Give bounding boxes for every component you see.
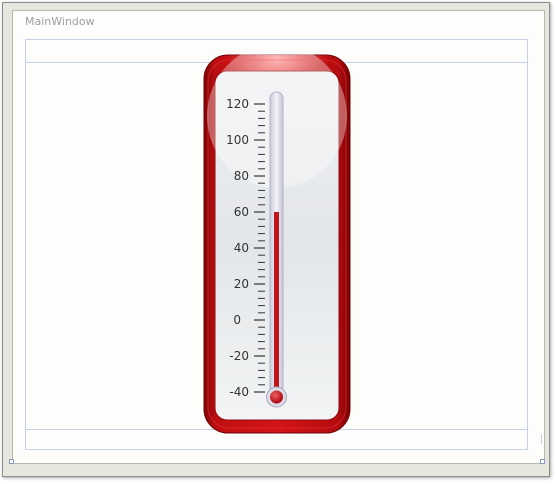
mercury-column: [274, 212, 279, 394]
tick-label-40: 40: [234, 241, 249, 255]
resize-handle-bottom-right[interactable]: [540, 459, 545, 464]
guide-lower-horizontal: [25, 449, 528, 450]
tick-label-minus40: -40: [229, 385, 249, 399]
tick-label-minus20: -20: [229, 349, 249, 363]
tick-label-60: 60: [234, 205, 249, 219]
tick-label-80: 80: [234, 169, 249, 183]
guide-side-vertical: [541, 434, 542, 444]
tick-label-100: 100: [226, 133, 249, 147]
window-title: MainWindow: [25, 15, 95, 28]
guide-left-vertical: [25, 39, 26, 450]
tick-label-120: 120: [226, 97, 249, 111]
thermometer-bulb: [270, 390, 283, 404]
guide-right-vertical: [527, 39, 528, 450]
tick-label-20: 20: [234, 277, 249, 291]
resize-handle-bottom-left[interactable]: [9, 459, 14, 464]
guide-top-horizontal: [25, 39, 528, 40]
thermometer-gauge: 120 100 80 60 40 20 0 -20 -40: [203, 54, 351, 434]
tick-label-0: 0: [233, 313, 241, 327]
